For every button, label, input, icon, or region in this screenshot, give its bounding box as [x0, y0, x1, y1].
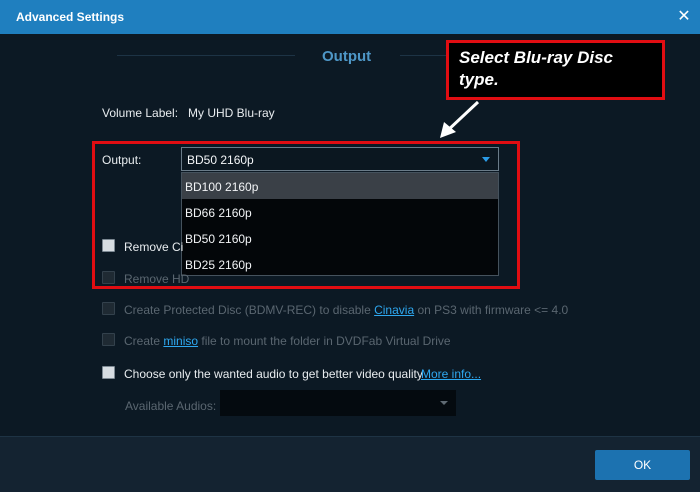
- miniso-link[interactable]: miniso: [163, 334, 198, 348]
- cinavia-link[interactable]: Cinavia: [374, 303, 414, 317]
- window-title: Advanced Settings: [16, 10, 125, 24]
- more-info-link[interactable]: More info...: [421, 367, 481, 381]
- callout-box: Select Blu-ray Disc type.: [446, 40, 665, 100]
- audio-only-checkbox[interactable]: [102, 366, 115, 379]
- section-title: Output: [322, 48, 372, 65]
- create-miniso-checkbox: [102, 333, 115, 346]
- pointer-arrow-icon: [440, 100, 480, 138]
- title-bar: Advanced Settings ✕: [0, 0, 700, 34]
- create-miniso-label: Create miniso file to mount the folder i…: [124, 334, 451, 348]
- callout-line-1: Select Blu-ray Disc: [459, 48, 614, 67]
- available-audios-select: [220, 390, 456, 416]
- highlight-box: [92, 141, 520, 289]
- volume-value[interactable]: My UHD Blu-ray: [188, 106, 275, 120]
- volume-label: Volume Label:: [102, 106, 179, 120]
- section-divider-left: [117, 55, 295, 56]
- audio-only-label: Choose only the wanted audio to get bett…: [124, 367, 423, 381]
- ok-button[interactable]: OK: [595, 450, 690, 480]
- close-icon[interactable]: ✕: [676, 8, 692, 26]
- available-audios-label: Available Audios:: [125, 399, 217, 413]
- chevron-down-icon: [440, 401, 448, 405]
- protected-disc-label: Create Protected Disc (BDMV-REC) to disa…: [124, 303, 569, 317]
- callout-line-2: type.: [459, 70, 499, 89]
- protected-disc-checkbox: [102, 302, 115, 315]
